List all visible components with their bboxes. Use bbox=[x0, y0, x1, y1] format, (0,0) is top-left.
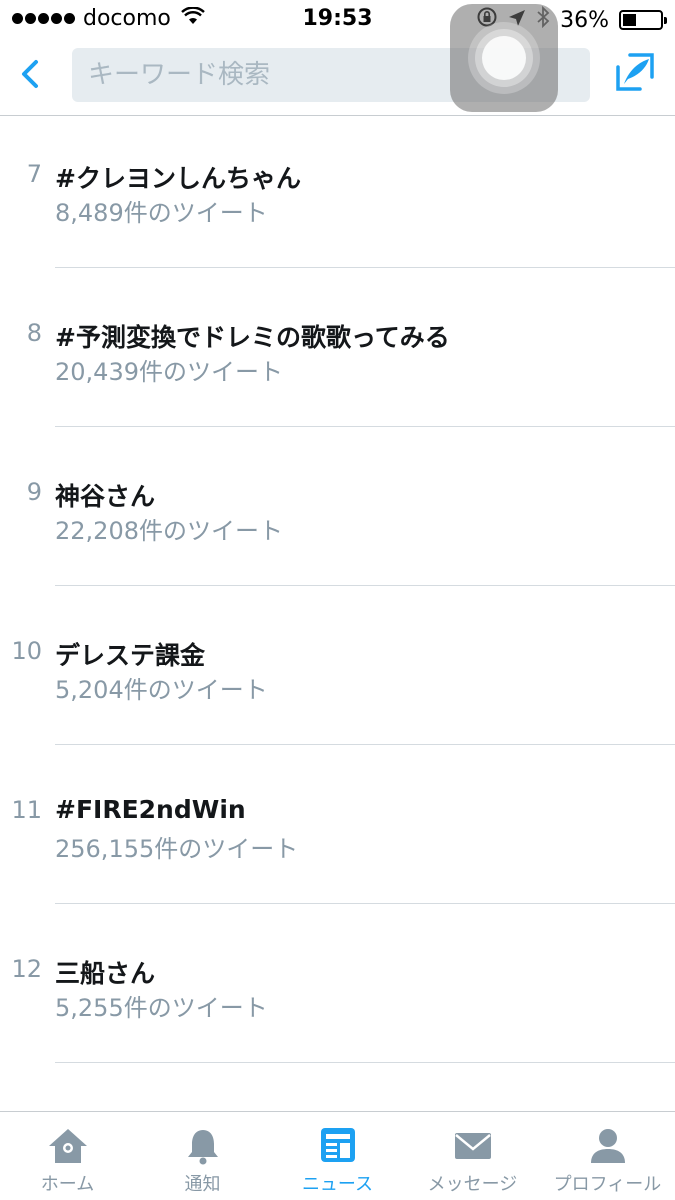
tab-messages[interactable]: メッセージ bbox=[405, 1112, 540, 1200]
battery-icon bbox=[619, 10, 667, 30]
trend-tweet-count: 256,155件のツイート bbox=[55, 835, 299, 863]
battery-level bbox=[623, 14, 636, 26]
tab-home[interactable]: ホーム bbox=[0, 1112, 135, 1200]
trend-name: 三船さん bbox=[55, 959, 156, 988]
trend-item[interactable]: 7 #クレヨンしんちゃん 8,489件のツイート bbox=[0, 117, 675, 276]
battery-percent: 36% bbox=[560, 7, 609, 33]
compose-quill-icon bbox=[616, 53, 654, 91]
trend-item[interactable]: 9 神谷さん 22,208件のツイート bbox=[0, 435, 675, 594]
divider bbox=[55, 1062, 675, 1063]
trend-rank: 9 bbox=[26, 478, 42, 506]
trend-name: #クレヨンしんちゃん bbox=[55, 164, 301, 193]
trend-name: #FIRE2ndWin bbox=[55, 795, 246, 824]
trend-item[interactable]: 10 デレステ課金 5,204件のツイート bbox=[0, 594, 675, 753]
envelope-icon bbox=[451, 1126, 495, 1166]
bell-icon bbox=[181, 1126, 225, 1166]
chevron-left-icon bbox=[22, 60, 38, 88]
trend-tweet-count: 22,208件のツイート bbox=[55, 517, 283, 545]
trend-name: #予測変換でドレミの歌歌ってみる bbox=[55, 323, 450, 352]
tab-label: ニュース bbox=[301, 1174, 374, 1195]
home-icon bbox=[46, 1126, 90, 1166]
trend-tweet-count: 20,439件のツイート bbox=[55, 358, 283, 386]
back-button[interactable] bbox=[10, 52, 50, 96]
trend-tweet-count: 8,489件のツイート bbox=[55, 199, 268, 227]
trend-rank: 11 bbox=[11, 796, 42, 824]
tab-label: メッセージ bbox=[427, 1174, 518, 1195]
status-bar: docomo 19:53 36% bbox=[0, 0, 675, 38]
tab-news[interactable]: ニュース bbox=[270, 1112, 405, 1200]
bottom-tab-bar: ホーム 通知 ニュース メッセージ プロフィール bbox=[0, 1111, 675, 1200]
trend-rank: 12 bbox=[11, 955, 42, 983]
divider bbox=[55, 426, 675, 427]
news-icon bbox=[316, 1126, 360, 1166]
tab-notifications[interactable]: 通知 bbox=[135, 1112, 270, 1200]
trend-rank: 7 bbox=[26, 160, 42, 188]
trend-item[interactable]: 8 #予測変換でドレミの歌歌ってみる 20,439件のツイート bbox=[0, 276, 675, 435]
trend-name: デレステ課金 bbox=[55, 641, 206, 670]
trend-name: 神谷さん bbox=[55, 482, 156, 511]
divider bbox=[55, 903, 675, 904]
trend-list: 7 #クレヨンしんちゃん 8,489件のツイート 8 #予測変換でドレミの歌歌っ… bbox=[0, 117, 675, 1071]
tab-label: ホーム bbox=[40, 1174, 95, 1195]
trend-item[interactable]: 12 三船さん 5,255件のツイート bbox=[0, 912, 675, 1071]
trend-item[interactable]: 11 #FIRE2ndWin 256,155件のツイート bbox=[0, 753, 675, 912]
trend-rank: 10 bbox=[11, 637, 42, 665]
trend-tweet-count: 5,204件のツイート bbox=[55, 676, 268, 704]
person-icon bbox=[586, 1126, 630, 1166]
divider bbox=[55, 744, 675, 745]
assistive-touch-button[interactable] bbox=[450, 4, 558, 112]
compose-tweet-button[interactable] bbox=[613, 50, 657, 94]
trend-tweet-count: 5,255件のツイート bbox=[55, 994, 268, 1022]
search-header bbox=[0, 38, 675, 116]
divider bbox=[55, 585, 675, 586]
divider bbox=[55, 267, 675, 268]
tab-label: プロフィール bbox=[553, 1174, 662, 1195]
tab-label: 通知 bbox=[184, 1174, 221, 1195]
tab-profile[interactable]: プロフィール bbox=[540, 1112, 675, 1200]
trend-rank: 8 bbox=[26, 319, 42, 347]
